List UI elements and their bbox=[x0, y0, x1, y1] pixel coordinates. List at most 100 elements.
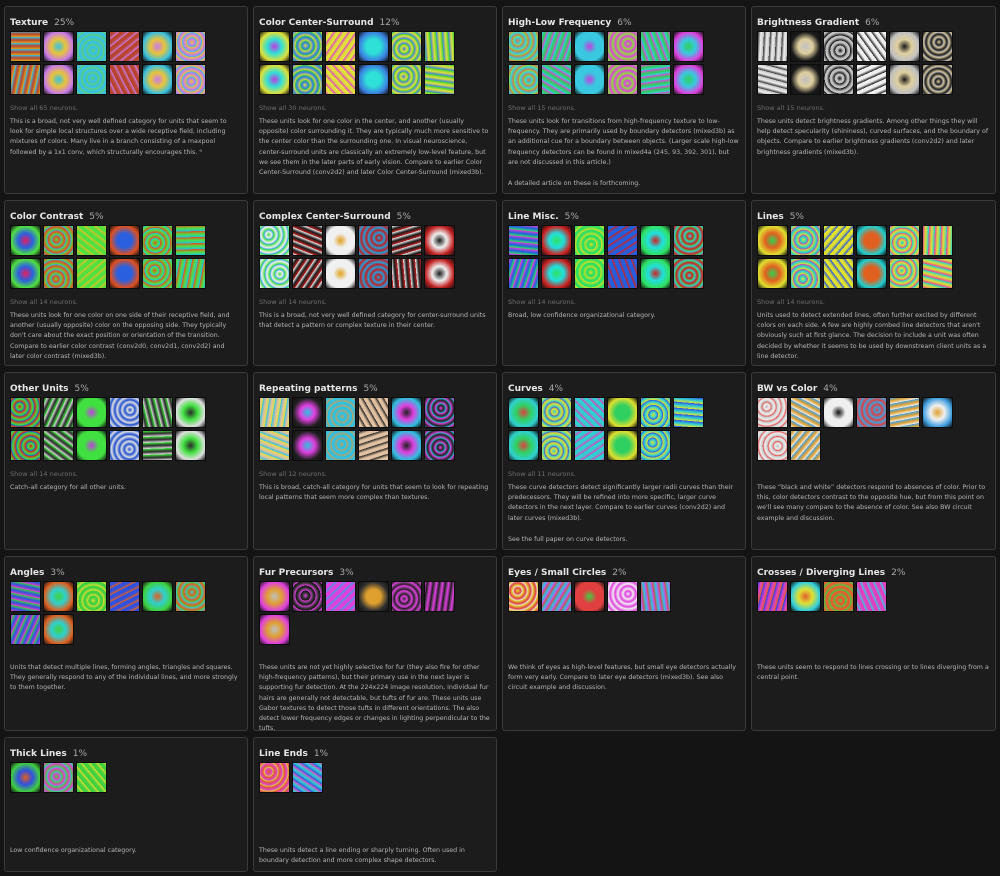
neuron-thumbnail[interactable] bbox=[757, 430, 788, 461]
neuron-thumbnail[interactable] bbox=[790, 31, 821, 62]
neuron-thumbnail[interactable] bbox=[10, 31, 41, 62]
neuron-thumbnail[interactable] bbox=[358, 430, 389, 461]
neuron-thumbnail[interactable] bbox=[574, 430, 605, 461]
neuron-thumbnail[interactable] bbox=[424, 31, 455, 62]
neuron-thumbnail[interactable] bbox=[325, 397, 356, 428]
neuron-thumbnail[interactable] bbox=[391, 64, 422, 95]
neuron-thumbnail[interactable] bbox=[43, 397, 74, 428]
neuron-thumbnail[interactable] bbox=[109, 430, 140, 461]
show-all-link[interactable]: Show all 14 neurons. bbox=[10, 298, 241, 306]
neuron-thumbnail[interactable] bbox=[142, 258, 173, 289]
neuron-thumbnail[interactable] bbox=[574, 258, 605, 289]
neuron-thumbnail[interactable] bbox=[292, 225, 323, 256]
neuron-thumbnail[interactable] bbox=[259, 225, 290, 256]
neuron-thumbnail[interactable] bbox=[325, 225, 356, 256]
neuron-thumbnail[interactable] bbox=[541, 258, 572, 289]
neuron-thumbnail[interactable] bbox=[109, 225, 140, 256]
neuron-thumbnail[interactable] bbox=[325, 430, 356, 461]
neuron-thumbnail[interactable] bbox=[142, 225, 173, 256]
neuron-thumbnail[interactable] bbox=[10, 225, 41, 256]
neuron-thumbnail[interactable] bbox=[358, 64, 389, 95]
neuron-thumbnail[interactable] bbox=[142, 31, 173, 62]
neuron-thumbnail[interactable] bbox=[889, 225, 920, 256]
neuron-thumbnail[interactable] bbox=[541, 31, 572, 62]
neuron-thumbnail[interactable] bbox=[76, 258, 107, 289]
neuron-thumbnail[interactable] bbox=[640, 31, 671, 62]
neuron-thumbnail[interactable] bbox=[757, 581, 788, 612]
neuron-thumbnail[interactable] bbox=[43, 31, 74, 62]
neuron-thumbnail[interactable] bbox=[325, 64, 356, 95]
neuron-thumbnail[interactable] bbox=[43, 258, 74, 289]
neuron-thumbnail[interactable] bbox=[109, 64, 140, 95]
neuron-thumbnail[interactable] bbox=[10, 258, 41, 289]
neuron-thumbnail[interactable] bbox=[76, 430, 107, 461]
neuron-thumbnail[interactable] bbox=[259, 762, 290, 793]
neuron-thumbnail[interactable] bbox=[673, 258, 704, 289]
neuron-thumbnail[interactable] bbox=[259, 614, 290, 645]
neuron-thumbnail[interactable] bbox=[790, 397, 821, 428]
neuron-thumbnail[interactable] bbox=[391, 31, 422, 62]
neuron-thumbnail[interactable] bbox=[259, 258, 290, 289]
neuron-thumbnail[interactable] bbox=[607, 258, 638, 289]
neuron-thumbnail[interactable] bbox=[10, 614, 41, 645]
neuron-thumbnail[interactable] bbox=[292, 430, 323, 461]
neuron-thumbnail[interactable] bbox=[673, 225, 704, 256]
neuron-thumbnail[interactable] bbox=[292, 581, 323, 612]
neuron-thumbnail[interactable] bbox=[259, 430, 290, 461]
neuron-thumbnail[interactable] bbox=[10, 581, 41, 612]
neuron-thumbnail[interactable] bbox=[889, 64, 920, 95]
neuron-thumbnail[interactable] bbox=[673, 31, 704, 62]
neuron-thumbnail[interactable] bbox=[43, 64, 74, 95]
neuron-thumbnail[interactable] bbox=[325, 581, 356, 612]
neuron-thumbnail[interactable] bbox=[508, 31, 539, 62]
neuron-thumbnail[interactable] bbox=[109, 258, 140, 289]
neuron-thumbnail[interactable] bbox=[175, 581, 206, 612]
neuron-thumbnail[interactable] bbox=[541, 225, 572, 256]
neuron-thumbnail[interactable] bbox=[508, 397, 539, 428]
neuron-thumbnail[interactable] bbox=[259, 64, 290, 95]
neuron-thumbnail[interactable] bbox=[790, 225, 821, 256]
neuron-thumbnail[interactable] bbox=[259, 397, 290, 428]
neuron-thumbnail[interactable] bbox=[10, 762, 41, 793]
neuron-thumbnail[interactable] bbox=[358, 397, 389, 428]
neuron-thumbnail[interactable] bbox=[823, 64, 854, 95]
neuron-thumbnail[interactable] bbox=[823, 581, 854, 612]
neuron-thumbnail[interactable] bbox=[175, 64, 206, 95]
neuron-thumbnail[interactable] bbox=[325, 31, 356, 62]
show-all-link[interactable]: Show all 11 neurons. bbox=[508, 470, 739, 478]
show-all-link[interactable]: Show all 14 neurons. bbox=[259, 298, 490, 306]
neuron-thumbnail[interactable] bbox=[175, 225, 206, 256]
neuron-thumbnail[interactable] bbox=[640, 430, 671, 461]
show-all-link[interactable]: Show all 12 neurons. bbox=[259, 470, 490, 478]
neuron-thumbnail[interactable] bbox=[640, 397, 671, 428]
show-all-link[interactable]: Show all 14 neurons. bbox=[508, 298, 739, 306]
neuron-thumbnail[interactable] bbox=[508, 430, 539, 461]
neuron-thumbnail[interactable] bbox=[43, 430, 74, 461]
neuron-thumbnail[interactable] bbox=[856, 225, 887, 256]
neuron-thumbnail[interactable] bbox=[424, 225, 455, 256]
neuron-thumbnail[interactable] bbox=[922, 31, 953, 62]
neuron-thumbnail[interactable] bbox=[109, 581, 140, 612]
neuron-thumbnail[interactable] bbox=[790, 64, 821, 95]
neuron-thumbnail[interactable] bbox=[259, 581, 290, 612]
neuron-thumbnail[interactable] bbox=[790, 581, 821, 612]
neuron-thumbnail[interactable] bbox=[823, 258, 854, 289]
show-all-link[interactable]: Show all 14 neurons. bbox=[757, 298, 989, 306]
neuron-thumbnail[interactable] bbox=[574, 581, 605, 612]
show-all-link[interactable]: Show all 15 neurons. bbox=[757, 104, 989, 112]
neuron-thumbnail[interactable] bbox=[43, 225, 74, 256]
show-all-link[interactable]: Show all 15 neurons. bbox=[508, 104, 739, 112]
neuron-thumbnail[interactable] bbox=[856, 31, 887, 62]
neuron-thumbnail[interactable] bbox=[358, 258, 389, 289]
neuron-thumbnail[interactable] bbox=[175, 397, 206, 428]
neuron-thumbnail[interactable] bbox=[574, 64, 605, 95]
neuron-thumbnail[interactable] bbox=[43, 581, 74, 612]
neuron-thumbnail[interactable] bbox=[76, 762, 107, 793]
neuron-thumbnail[interactable] bbox=[640, 64, 671, 95]
neuron-thumbnail[interactable] bbox=[607, 31, 638, 62]
neuron-thumbnail[interactable] bbox=[10, 397, 41, 428]
neuron-thumbnail[interactable] bbox=[508, 225, 539, 256]
neuron-thumbnail[interactable] bbox=[424, 430, 455, 461]
neuron-thumbnail[interactable] bbox=[757, 64, 788, 95]
neuron-thumbnail[interactable] bbox=[607, 225, 638, 256]
